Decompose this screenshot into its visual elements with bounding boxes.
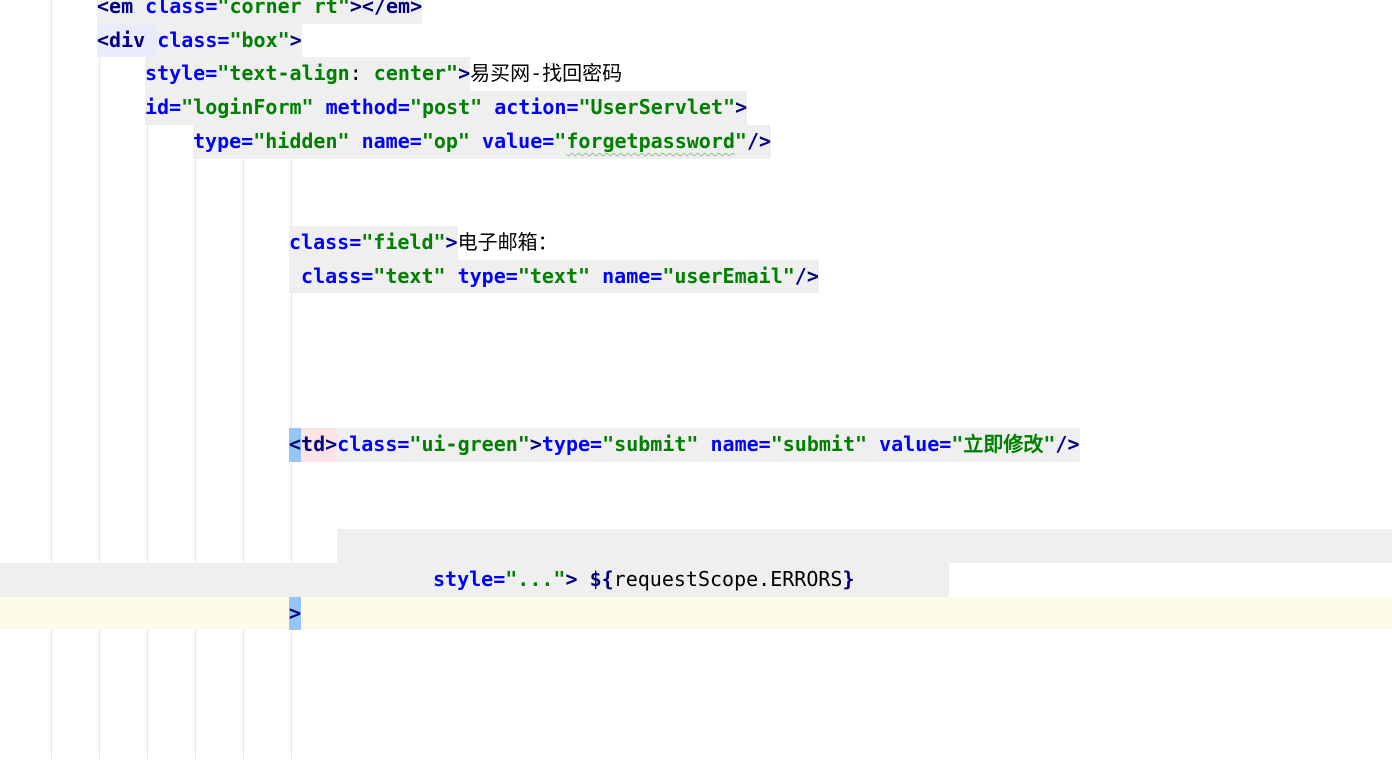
code-token: > [445, 225, 458, 260]
code-line[interactable]: style="text-align: center">易买网-找回密码 [0, 57, 1392, 92]
code-line[interactable] [0, 698, 1392, 732]
code-token: "..." [505, 566, 566, 591]
code-token: method= [325, 91, 410, 125]
code-token: requestScope.ERRORS [613, 566, 843, 591]
code-line[interactable] [0, 327, 1392, 361]
code-line[interactable]: class="text" type="text" name="userEmail… [0, 259, 1392, 294]
code-token: 电子邮箱： [457, 229, 558, 254]
code-token: " [734, 124, 747, 159]
code-token: name= [710, 428, 771, 462]
code-line[interactable]: type="hidden" name="op" value="forgetpas… [0, 124, 1392, 159]
code-token: < [97, 23, 110, 58]
code-token: /> [1055, 428, 1080, 462]
code-token: "corner rt" [217, 0, 350, 24]
code-token: "submit" [770, 428, 880, 462]
code-line[interactable] [0, 462, 1392, 496]
code-token: value= [879, 428, 952, 462]
code-token: class= [337, 428, 410, 462]
code-line[interactable]: <em class="corner rt"></em> [0, 0, 1392, 24]
code-line[interactable] [0, 496, 1392, 530]
code-line[interactable] [0, 529, 1392, 563]
code-line[interactable]: <td>class="ui-green">type="submit" name=… [0, 428, 1392, 462]
code-token: "post" [409, 91, 495, 125]
code-token: ${ [589, 566, 614, 591]
code-token: "op" [421, 124, 483, 159]
code-token: ></em> [349, 0, 423, 24]
code-token: name= [602, 259, 663, 294]
code-token: action= [494, 91, 579, 125]
code-token: div [109, 23, 158, 58]
code-line[interactable]: class="field">电子邮箱： [0, 225, 1392, 260]
code-token [289, 259, 302, 294]
code-line[interactable] [0, 293, 1392, 327]
line-highlight [337, 529, 1392, 563]
code-token: forgetpassword [566, 124, 735, 159]
code-token: } [842, 566, 855, 591]
code-token: : [349, 57, 374, 92]
code-token: style= [145, 57, 218, 92]
code-line[interactable]: id="loginForm" method="post" action="Use… [0, 91, 1392, 125]
code-token: > [458, 57, 471, 92]
code-token: "UserServlet" [578, 91, 736, 125]
code-token: class= [301, 259, 374, 294]
code-token: /> [794, 259, 819, 294]
code-token: /> [746, 124, 772, 159]
code-token: class= [157, 23, 230, 58]
code-token: "field" [361, 225, 446, 260]
code-token: "ui-green" [409, 428, 530, 462]
code-token: "text-align [217, 57, 350, 92]
code-token: "hidden" [253, 124, 362, 159]
code-editor[interactable]: <em class="corner rt"></em> <div class="b… [0, 0, 1392, 759]
code-token: type= [541, 428, 603, 462]
code-token: class= [145, 0, 218, 24]
code-token: "loginForm" [181, 91, 326, 125]
code-line[interactable]: <div class="box"> [0, 23, 1392, 58]
code-token: center" [373, 57, 459, 92]
code-token: td> [301, 428, 338, 462]
code-token: type= [457, 259, 518, 294]
code-token: > [289, 23, 302, 58]
code-token: > [529, 428, 542, 462]
code-line[interactable] [0, 731, 1392, 765]
code-token: id= [145, 91, 182, 125]
code-token: value= [482, 124, 555, 159]
code-line[interactable]: > [0, 596, 1392, 631]
code-token: > [289, 596, 302, 631]
code-token: style= [433, 566, 506, 591]
code-token: " [554, 124, 567, 159]
code-token: 易买网-找回密码 [470, 61, 623, 86]
code-line[interactable] [0, 630, 1392, 664]
code-token: class= [289, 225, 362, 260]
code-token: "submit" [602, 428, 711, 462]
code-line[interactable] [0, 361, 1392, 395]
code-token: <em [97, 0, 146, 24]
code-token: name= [361, 124, 422, 159]
code-token: < [289, 428, 302, 462]
code-token: type= [193, 124, 254, 159]
code-line[interactable] [0, 159, 1392, 193]
code-token: "box" [229, 23, 290, 58]
line-highlight [0, 596, 1392, 631]
code-token: > [735, 91, 748, 125]
code-token: "立即修改" [951, 428, 1056, 462]
code-token: "text" [517, 259, 603, 294]
code-line[interactable] [0, 192, 1392, 226]
code-line[interactable]: style="..."> ${requestScope.ERRORS} [0, 562, 1392, 597]
code-token: "text" [373, 259, 458, 294]
code-line[interactable] [0, 664, 1392, 698]
code-token: > [565, 566, 590, 591]
code-token: "userEmail" [662, 259, 795, 294]
code-line[interactable] [0, 394, 1392, 428]
